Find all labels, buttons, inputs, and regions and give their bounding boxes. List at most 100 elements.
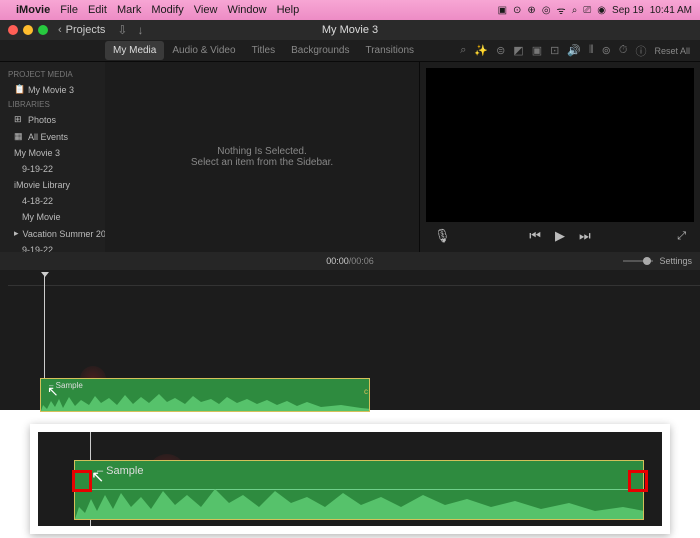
sidebar-item[interactable]: My Movie <box>0 209 105 225</box>
menu-modify[interactable]: Modify <box>151 4 183 16</box>
viewer-pane: 🎙 ⏮ ▶ ⏭ ⤢ <box>420 62 700 252</box>
play-button[interactable]: ▶ <box>555 228 565 244</box>
tab-transitions[interactable]: Transitions <box>357 41 422 60</box>
video-preview[interactable] <box>426 68 694 222</box>
imovie-window: ‹ Projects ⇩ ↓ My Movie 3 My Media Audio… <box>0 20 700 410</box>
color-balance-icon[interactable]: ⊜ <box>496 44 505 57</box>
import-icon[interactable]: ⇩ <box>117 23 127 37</box>
status-icon[interactable]: ◎ <box>542 5 551 16</box>
menu-window[interactable]: Window <box>227 4 266 16</box>
library-sidebar: PROJECT MEDIA 📋My Movie 3 LIBRARIES ⊞Pho… <box>0 62 105 252</box>
highlight-left-handle <box>72 470 92 492</box>
menu-view[interactable]: View <box>194 4 218 16</box>
app-name[interactable]: iMovie <box>16 4 50 16</box>
share-icon[interactable]: ↓ <box>137 23 143 37</box>
next-button[interactable]: ⏭ <box>579 228 591 244</box>
sidebar-item-label: Vacation Summer 2022 <box>23 229 105 239</box>
sidebar-item-allevents[interactable]: ▦ All Events <box>0 128 105 145</box>
menubar-time[interactable]: 10:41 AM <box>650 5 692 16</box>
crop-icon[interactable]: ▣ <box>532 44 542 57</box>
noise-icon[interactable]: ⊚ <box>602 44 611 57</box>
sidebar-item[interactable]: 9-19-22 <box>0 242 105 252</box>
sidebar-item-label: My Movie 3 <box>14 148 60 158</box>
playback-controls: 🎙 ⏮ ▶ ⏭ ⤢ <box>424 224 696 248</box>
volume-icon[interactable]: 🔊 <box>567 44 581 57</box>
clip-label: – Sample <box>97 465 143 477</box>
status-icon[interactable]: ⊙ <box>513 5 521 16</box>
sidebar-header-project: PROJECT MEDIA <box>0 68 105 81</box>
back-chevron-icon[interactable]: ‹ <box>58 24 62 36</box>
info-icon[interactable]: ⓘ <box>635 43 646 59</box>
status-icon[interactable]: ▣ <box>498 5 507 16</box>
menu-edit[interactable]: Edit <box>88 4 107 16</box>
timeline-ruler[interactable] <box>8 278 700 286</box>
zoom-button[interactable] <box>38 25 48 35</box>
macos-menubar: iMovie File Edit Mark Modify View Window… <box>0 0 700 20</box>
menu-help[interactable]: Help <box>277 4 300 16</box>
audio-clip[interactable]: ↖ – Sample c <box>40 378 370 412</box>
sidebar-item-label: My Movie <box>22 212 61 222</box>
enhance-icon[interactable]: ✨ <box>474 44 488 57</box>
reset-all-button[interactable]: Reset All <box>654 46 690 56</box>
sidebar-item-label: 9-19-22 <box>22 245 53 252</box>
search-icon[interactable]: ⌕ <box>460 44 466 57</box>
browser-tabs: My Media Audio & Video Titles Background… <box>105 41 422 60</box>
window-title: My Movie 3 <box>322 24 378 36</box>
siri-icon[interactable]: ◉ <box>597 5 606 16</box>
events-icon: ▦ <box>14 131 24 142</box>
menubar-date[interactable]: Sep 19 <box>612 5 644 16</box>
color-correct-icon[interactable]: ◩ <box>513 44 523 57</box>
media-browser: Nothing Is Selected. Select an item from… <box>105 62 420 252</box>
sidebar-item[interactable]: 9-19-22 <box>0 161 105 177</box>
upper-pane: PROJECT MEDIA 📋My Movie 3 LIBRARIES ⊞Pho… <box>0 62 700 252</box>
tab-titles[interactable]: Titles <box>244 41 284 60</box>
sidebar-header-libraries: LIBRARIES <box>0 98 105 111</box>
sidebar-item-label: 9-19-22 <box>22 164 53 174</box>
sidebar-item[interactable]: 📋My Movie 3 <box>0 81 105 98</box>
tab-my-media[interactable]: My Media <box>105 41 164 60</box>
timeline-toolbar: 00:00 / 00:06 Settings <box>0 252 700 270</box>
sidebar-item[interactable]: ▸ Vacation Summer 2022 <box>0 225 105 242</box>
sidebar-item-label: iMovie Library <box>14 180 70 190</box>
search-icon[interactable]: ⌕ <box>572 5 578 16</box>
projects-link[interactable]: Projects <box>66 24 106 36</box>
sidebar-item-photos[interactable]: ⊞Photos <box>0 111 105 128</box>
menu-file[interactable]: File <box>60 4 78 16</box>
sidebar-item-label: All Events <box>28 132 68 142</box>
close-button[interactable] <box>8 25 18 35</box>
minimize-button[interactable] <box>23 25 33 35</box>
menu-mark[interactable]: Mark <box>117 4 141 16</box>
time-total: 00:06 <box>351 256 374 266</box>
empty-subtitle: Select an item from the Sidebar. <box>191 157 333 168</box>
voiceover-icon[interactable]: 🎙 <box>434 228 451 244</box>
speed-icon[interactable]: ⏱ <box>619 44 628 57</box>
waveform <box>75 483 644 519</box>
settings-button[interactable]: Settings <box>659 256 692 266</box>
inset-timeline: ↖ – Sample <box>38 432 662 526</box>
disclosure-icon: ▸ <box>14 228 19 239</box>
tab-backgrounds[interactable]: Backgrounds <box>283 41 357 60</box>
wifi-icon[interactable]: ᯤ <box>557 3 566 17</box>
sidebar-item[interactable]: 4-18-22 <box>0 193 105 209</box>
status-icon[interactable]: ⊕ <box>527 5 535 16</box>
sidebar-item-label: Photos <box>28 115 56 125</box>
zoom-slider[interactable] <box>623 260 653 262</box>
clapper-icon: 📋 <box>14 84 24 95</box>
control-center-icon[interactable]: ⎚ <box>583 5 591 16</box>
window-titlebar: ‹ Projects ⇩ ↓ My Movie 3 <box>0 20 700 40</box>
window-traffic-lights <box>8 25 48 35</box>
tab-audio-video[interactable]: Audio & Video <box>164 41 243 60</box>
highlight-right-handle <box>628 470 648 492</box>
fullscreen-icon[interactable]: ⤢ <box>677 230 686 243</box>
audio-clip[interactable]: ↖ – Sample <box>74 460 644 520</box>
stabilize-icon[interactable]: ⊡ <box>550 44 559 57</box>
zoom-inset: ↖ – Sample <box>30 424 670 534</box>
clip-label: – Sample <box>49 381 83 390</box>
sidebar-item[interactable]: My Movie 3 <box>0 145 105 161</box>
sidebar-item-label: 4-18-22 <box>22 196 53 206</box>
timeline[interactable]: ↖ – Sample c <box>0 270 700 410</box>
sidebar-item[interactable]: iMovie Library <box>0 177 105 193</box>
equalizer-icon[interactable]: ⫴ <box>589 44 594 57</box>
prev-button[interactable]: ⏮ <box>529 228 541 244</box>
browser-toolbar: My Media Audio & Video Titles Background… <box>0 40 700 62</box>
